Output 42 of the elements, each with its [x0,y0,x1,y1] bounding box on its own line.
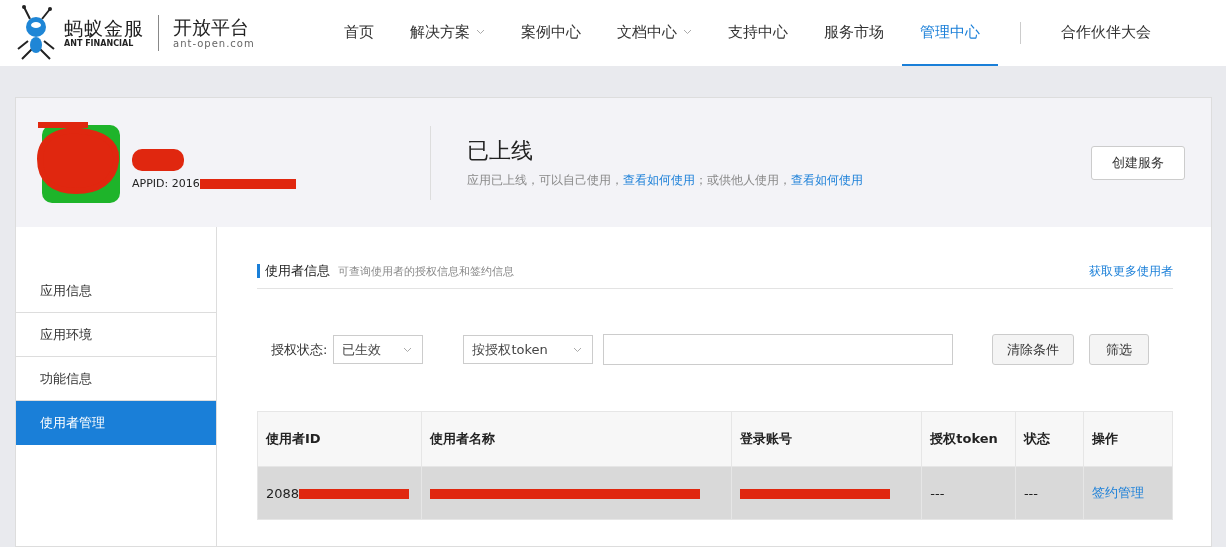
column-header: 授权token [921,411,1016,467]
appid-text: APPID: 2016 [132,177,200,190]
brand-name: 蚂蚁金服 [64,17,144,39]
column-header: 操作 [1083,411,1173,467]
column-header: 登录账号 [731,411,922,467]
filter-label: 授权状态: [271,340,328,359]
nav-tab[interactable]: 文档中心 [599,0,710,66]
sidebar-item[interactable]: 应用环境 [16,313,216,357]
sidebar-item[interactable]: 应用信息 [16,269,216,313]
column-header: 使用者名称 [421,411,732,467]
column-header: 使用者ID [257,411,422,467]
status-select[interactable]: 已生效 [333,335,424,364]
nav-tab[interactable]: 服务市场 [806,0,902,66]
caret-icon [403,346,413,353]
status-description: 应用已上线，可以自己使用，查看如何使用；或供他人使用，查看如何使用 [467,172,864,189]
search-field[interactable] [603,334,954,365]
filter-button[interactable]: 筛选 [1089,334,1150,365]
create-service-button[interactable]: 创建服务 [1091,145,1185,180]
table-cell: --- [930,485,945,501]
redaction-mark [132,149,184,171]
how-to-use-link[interactable]: 查看如何使用 [623,173,695,187]
type-select[interactable]: 按授权token [463,335,594,364]
platform-name: 开放平台 [173,16,250,38]
clear-button[interactable]: 清除条件 [992,334,1075,365]
nav-tab[interactable]: 案例中心 [503,0,599,66]
domain-text: ant-open.com [173,38,255,50]
more-users-link[interactable]: 获取更多使用者 [1089,263,1173,280]
nav-tab[interactable]: 解决方案 [392,0,503,66]
section-title: 使用者信息 [257,264,330,278]
nav-tab[interactable]: 管理中心 [902,0,998,66]
table-cell: --- [1023,485,1038,501]
status-title: 已上线 [467,137,534,165]
sidebar-item[interactable]: 使用者管理 [16,401,216,445]
nav-tab[interactable]: 首页 [326,0,392,66]
how-to-use-link[interactable]: 查看如何使用 [791,173,863,187]
nav-link[interactable]: 合作伙伴大会 [1043,0,1169,66]
caret-icon [573,346,583,353]
section-subtitle: 可查询使用者的授权信息和签约信息 [338,264,515,279]
column-header: 状态 [1015,411,1084,467]
brand-subtitle: ANT FINANCIAL [64,39,135,49]
nav-tab[interactable]: 支持中心 [710,0,806,66]
table-cell: 2088 [266,485,300,501]
